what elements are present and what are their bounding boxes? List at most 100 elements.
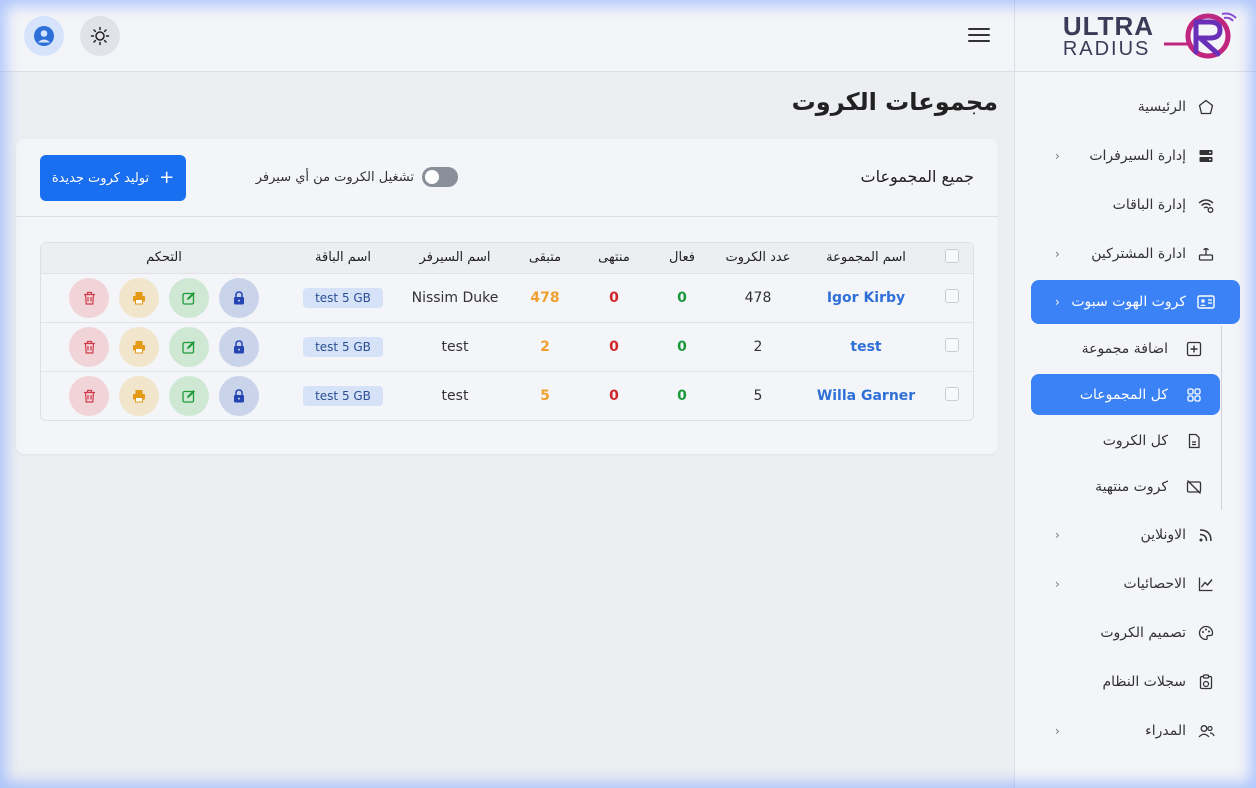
remaining-count: 478 — [511, 272, 579, 322]
col-card-count: عدد الكروت — [715, 243, 801, 273]
clipboard-icon — [1196, 672, 1216, 692]
active-count: 0 — [649, 370, 715, 420]
expired-count: 0 — [579, 272, 649, 322]
page-title: مجموعات الكروت — [791, 88, 998, 116]
lock-button[interactable] — [219, 375, 259, 416]
sidebar-item-home[interactable]: الرئيسية — [1031, 82, 1240, 131]
sidebar-item-admins[interactable]: المدراء ‹ — [1031, 706, 1240, 755]
col-active: فعال — [649, 243, 715, 273]
sidebar-item-card-design[interactable]: تصميم الكروت — [1031, 608, 1240, 657]
server-icon — [1196, 146, 1216, 166]
card-off-icon — [1184, 477, 1204, 497]
expired-count: 0 — [579, 321, 649, 371]
edit-button[interactable] — [169, 326, 209, 367]
lock-button[interactable] — [219, 326, 259, 367]
sidebar-item-statistics[interactable]: الاحصائيات ‹ — [1031, 559, 1240, 608]
lock-icon — [234, 339, 244, 353]
user-profile-button[interactable] — [24, 16, 64, 56]
sidebar-item-label: سجلات النظام — [1102, 673, 1186, 690]
chart-line-icon — [1196, 574, 1216, 594]
col-package-name: اسم الباقة — [287, 243, 399, 273]
row-checkbox[interactable] — [945, 337, 959, 352]
lock-button[interactable] — [219, 277, 259, 318]
chevron-left-icon: ‹ — [1055, 576, 1060, 591]
rss-icon — [1196, 525, 1216, 545]
plus-square-icon — [1184, 339, 1204, 359]
print-button[interactable] — [119, 326, 159, 367]
sidebar-subitem-label: كروت منتهية — [1095, 479, 1168, 495]
sidebar-subitem-expired-cards[interactable]: كروت منتهية — [1031, 464, 1220, 510]
any-server-toggle-group: تشغيل الكروت من أي سيرفر — [256, 167, 458, 187]
group-name-link[interactable]: Willa Garner — [817, 388, 915, 404]
sidebar-item-label: المدراء — [1145, 722, 1186, 739]
delete-button[interactable] — [69, 375, 109, 416]
sidebar-item-hotspot-cards[interactable]: كروت الهوت سبوت ‹ — [1031, 280, 1240, 324]
col-controls: التحكم — [41, 243, 287, 273]
sidebar-subitem-all-cards[interactable]: كل الكروت — [1031, 418, 1220, 464]
sidebar-item-label: إدارة السيرفرات — [1089, 147, 1186, 164]
edit-button[interactable] — [169, 277, 209, 318]
sidebar-item-online[interactable]: الاونلاين ‹ — [1031, 510, 1240, 559]
sidebar-item-label: كروت الهوت سبوت — [1071, 294, 1186, 310]
user-circle-icon — [34, 26, 54, 46]
select-all-checkbox[interactable] — [945, 248, 959, 263]
package-badge: test 5 GB — [303, 287, 383, 308]
menu-toggle-button[interactable] — [968, 24, 990, 48]
trash-icon — [83, 340, 95, 354]
group-name-link[interactable]: Igor Kirby — [827, 290, 905, 306]
sidebar-item-servers[interactable]: إدارة السيرفرات ‹ — [1031, 131, 1240, 180]
edit-icon — [182, 340, 195, 354]
wifi-settings-icon — [1196, 195, 1216, 215]
grid-icon — [1184, 385, 1204, 405]
delete-button[interactable] — [69, 326, 109, 367]
row-actions — [41, 277, 287, 318]
file-icon — [1184, 431, 1204, 451]
sidebar-subitem-all-groups[interactable]: كل المجموعات — [1031, 374, 1220, 415]
card-count: 5 — [715, 370, 801, 420]
logo-mark-icon — [1164, 12, 1237, 58]
theme-toggle-button[interactable] — [80, 16, 120, 56]
row-checkbox[interactable] — [945, 386, 959, 401]
chevron-left-icon: ‹ — [1055, 527, 1060, 542]
edit-button[interactable] — [169, 375, 209, 416]
lock-icon — [234, 388, 244, 403]
card-count: 478 — [715, 272, 801, 322]
print-button[interactable] — [119, 277, 159, 318]
col-expired: منتهى — [579, 243, 649, 273]
group-name-link[interactable]: test — [850, 339, 881, 355]
sidebar-item-packages[interactable]: إدارة الباقات — [1031, 180, 1240, 229]
print-button[interactable] — [119, 375, 159, 416]
sidebar-item-system-logs[interactable]: سجلات النظام — [1031, 657, 1240, 706]
trash-icon — [83, 389, 95, 403]
edit-icon — [182, 291, 195, 305]
printer-icon — [133, 389, 145, 403]
printer-icon — [133, 340, 145, 353]
plus-icon: + — [159, 167, 175, 188]
chevron-left-icon: ‹ — [1055, 148, 1060, 163]
table-row: Igor Kirby 478 0 0 478 Nissim Duke test … — [41, 272, 973, 322]
package-badge: test 5 GB — [303, 385, 383, 406]
sidebar-item-label: الرئيسية — [1137, 98, 1186, 115]
sidebar-subitem-add-group[interactable]: اضافة مجموعة — [1031, 326, 1220, 372]
row-checkbox[interactable] — [945, 288, 959, 303]
row-actions — [41, 375, 287, 416]
sidebar-item-label: الاحصائيات — [1123, 575, 1186, 592]
active-count: 0 — [649, 272, 715, 322]
any-server-toggle[interactable] — [422, 167, 458, 187]
chevron-left-icon: ‹ — [1055, 295, 1060, 309]
active-count: 0 — [649, 321, 715, 371]
server-name: test — [399, 321, 511, 371]
card-header: جميع المجموعات تشغيل الكروت من أي سيرفر … — [16, 139, 998, 217]
remaining-count: 2 — [511, 321, 579, 371]
logo[interactable]: ULTRA RADIUS — [1015, 0, 1256, 72]
server-name: test — [399, 370, 511, 420]
sidebar-item-subscribers[interactable]: ادارة المشتركين ‹ — [1031, 229, 1240, 278]
sidebar-item-label: ادارة المشتركين — [1091, 245, 1186, 262]
generate-cards-button[interactable]: + توليد كروت جديدة — [40, 155, 186, 201]
sidebar-subitem-label: كل الكروت — [1102, 433, 1168, 449]
palette-icon — [1196, 623, 1216, 643]
delete-button[interactable] — [69, 277, 109, 318]
top-bar — [0, 0, 1014, 72]
any-server-toggle-label: تشغيل الكروت من أي سيرفر — [255, 169, 414, 185]
chevron-left-icon: ‹ — [1055, 723, 1060, 738]
